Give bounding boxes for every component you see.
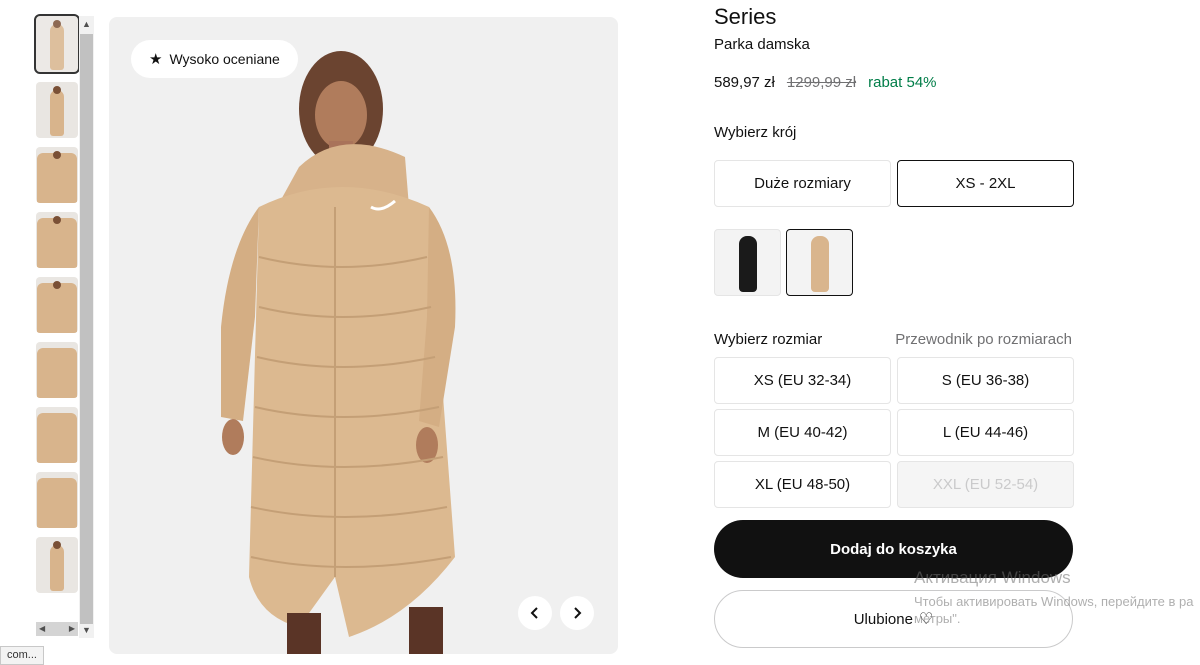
thumbnail-8[interactable] <box>36 472 78 528</box>
next-image-button[interactable] <box>560 596 594 630</box>
scroll-down-icon[interactable]: ▼ <box>79 622 94 638</box>
thumbnail-6[interactable] <box>36 342 78 398</box>
size-option-m[interactable]: M (EU 40-42) <box>714 409 891 456</box>
chevron-left-icon <box>530 607 538 619</box>
size-guide-link[interactable]: Przewodnik po rozmiarach <box>895 331 1072 348</box>
fit-option-standard[interactable]: XS - 2XL <box>897 160 1074 207</box>
thumbnail-image <box>37 478 77 528</box>
highly-rated-badge: ★ Wysoko oceniane <box>131 40 298 78</box>
thumbnail-image <box>50 24 64 70</box>
thumbnail-head <box>53 541 61 549</box>
fit-label: Wybierz krój <box>714 124 797 141</box>
size-label: Wybierz rozmiar <box>714 331 823 348</box>
thumbnail-7[interactable] <box>36 407 78 463</box>
thumbnail-head <box>53 216 61 224</box>
chevron-right-icon <box>574 607 582 619</box>
color-swatch-black[interactable] <box>714 229 781 296</box>
product-title: Series <box>714 4 777 29</box>
thumbnail-image <box>37 283 77 333</box>
thumbnail-image <box>50 90 64 136</box>
thumbnail-head <box>53 86 61 94</box>
thumbnail-image <box>37 413 77 463</box>
windows-activation-watermark: Активация Windows Чтобы активировать Win… <box>914 568 1193 626</box>
watermark-title: Активация Windows <box>914 568 1071 587</box>
product-subtitle: Parka damska <box>714 36 810 53</box>
scroll-left-icon[interactable]: ◀ <box>39 624 45 633</box>
original-price: 1299,99 zł <box>786 74 857 91</box>
size-option-s[interactable]: S (EU 36-38) <box>897 357 1074 404</box>
swatch-figure-black <box>738 236 757 292</box>
watermark-text-2: метры". <box>914 611 961 626</box>
product-page: ▲ ▼ ◀ ▶ com... ★ Wysoko oceniane Series … <box>0 0 1200 665</box>
thumbnail-2[interactable] <box>36 82 78 138</box>
thumbnail-1[interactable] <box>34 14 80 74</box>
star-icon: ★ <box>149 51 163 68</box>
thumbnail-4[interactable] <box>36 212 78 268</box>
browser-status-url: com... <box>0 646 44 665</box>
watermark-text-1: Чтобы активировать Windows, перейдите в … <box>914 594 1194 609</box>
thumbnail-3[interactable] <box>36 147 78 203</box>
thumbnail-image <box>37 153 77 203</box>
previous-image-button[interactable] <box>518 596 552 630</box>
thumbnail-image <box>37 218 77 268</box>
horizontal-scrollbar[interactable]: ◀ ▶ <box>36 622 78 636</box>
size-option-xl[interactable]: XL (EU 48-50) <box>714 461 891 508</box>
size-option-xs[interactable]: XS (EU 32-34) <box>714 357 891 404</box>
thumbnail-image <box>50 545 64 591</box>
favorite-label: Ulubione <box>853 610 913 628</box>
model-in-parka-image <box>221 51 456 654</box>
color-swatch-beige[interactable] <box>786 229 853 296</box>
size-option-xxl: XXL (EU 52-54) <box>897 461 1074 508</box>
fit-option-plus-size[interactable]: Duże rozmiary <box>714 160 891 207</box>
scroll-up-icon[interactable]: ▲ <box>79 16 94 32</box>
thumbnail-head <box>53 281 61 289</box>
thumbnail-image <box>37 348 77 398</box>
discount-label: rabat 54% <box>868 74 937 91</box>
thumbnail-head <box>53 151 61 159</box>
badge-label: Wysoko oceniane <box>169 51 280 67</box>
scroll-right-icon[interactable]: ▶ <box>69 624 75 633</box>
swatch-figure-beige <box>810 236 829 292</box>
thumbnail-scrollbar[interactable]: ▲ ▼ <box>79 16 94 638</box>
size-option-l[interactable]: L (EU 44-46) <box>897 409 1074 456</box>
thumbnail-5[interactable] <box>36 277 78 333</box>
thumbnail-head <box>53 20 61 28</box>
thumbnail-list <box>34 14 80 636</box>
current-price: 589,97 zł <box>714 74 775 91</box>
scrollbar-thumb[interactable] <box>80 34 93 624</box>
thumbnail-9[interactable] <box>36 537 78 593</box>
product-main-image: ★ Wysoko oceniane <box>109 17 618 654</box>
price-row: 589,97 zł 1299,99 zł rabat 54% <box>714 74 937 91</box>
